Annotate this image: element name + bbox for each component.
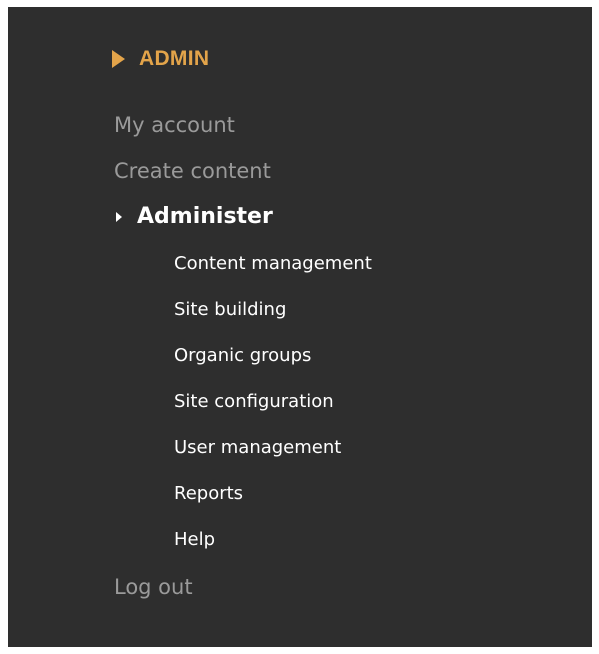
expanded-arrow-icon: [116, 212, 122, 222]
menu-item-log-out[interactable]: Log out: [114, 564, 372, 610]
submenu-item-content-management[interactable]: Content management: [174, 241, 372, 287]
submenu-item-user-management[interactable]: User management: [174, 425, 372, 471]
submenu-item-organic-groups[interactable]: Organic groups: [174, 333, 372, 379]
menu-item-administer[interactable]: Administer: [114, 194, 372, 240]
submenu-item-help[interactable]: Help: [174, 517, 372, 563]
block-title-label: ADMIN: [139, 47, 210, 70]
administer-submenu: Content management Site building Organic…: [114, 241, 372, 563]
menu-item-administer-label: Administer: [137, 204, 273, 229]
menu-item-my-account[interactable]: My account: [114, 102, 372, 148]
submenu-item-reports[interactable]: Reports: [174, 471, 372, 517]
menu-item-create-content[interactable]: Create content: [114, 148, 372, 194]
submenu-item-site-configuration[interactable]: Site configuration: [174, 379, 372, 425]
admin-menu-panel: ADMIN My account Create content Administ…: [8, 7, 592, 647]
submenu-item-site-building[interactable]: Site building: [174, 287, 372, 333]
block-title: ADMIN: [112, 43, 209, 75]
expand-triangle-icon: [112, 50, 125, 68]
navigation-menu: My account Create content Administer Con…: [114, 102, 372, 610]
